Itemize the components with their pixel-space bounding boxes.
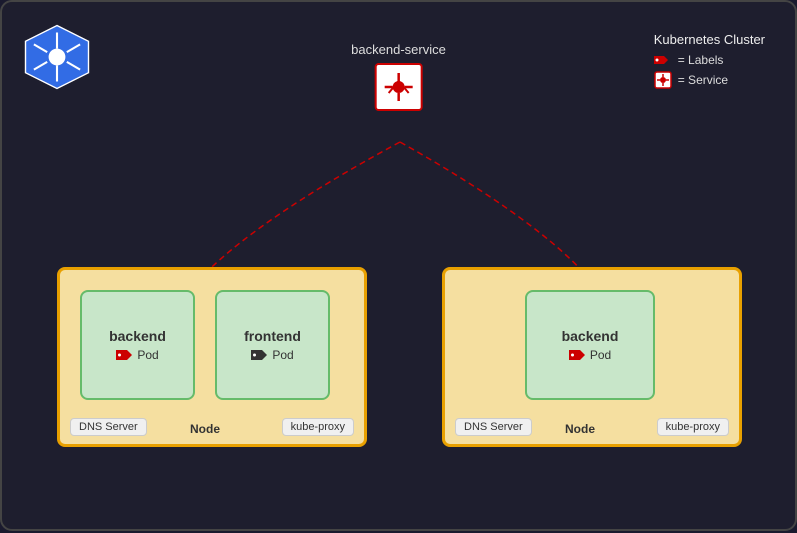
dark-tag-icon-1 xyxy=(251,348,269,362)
node1-label: Node xyxy=(190,422,220,436)
service-name-label: backend-service xyxy=(351,42,446,57)
service-icon xyxy=(375,63,423,111)
pod-backend-node2-badge: Pod xyxy=(569,348,611,362)
main-container: Kubernetes Cluster = Labels = Service ba… xyxy=(0,0,797,531)
pod-backend-badge: Pod xyxy=(116,348,158,362)
pod-frontend-badge: Pod xyxy=(251,348,293,362)
red-tag-icon-1 xyxy=(116,348,134,362)
red-tag-icon-2 xyxy=(569,348,587,362)
legend-labels-item: = Labels xyxy=(654,53,765,67)
pod-backend-node2: backend Pod xyxy=(525,290,655,400)
pod-frontend-name: frontend xyxy=(244,328,301,344)
kubernetes-logo xyxy=(22,22,92,92)
legend-title: Kubernetes Cluster xyxy=(654,32,765,47)
service-container: backend-service xyxy=(351,42,446,111)
pod-frontend-node1: frontend Pod xyxy=(215,290,330,400)
label-tag-icon xyxy=(654,53,672,67)
service-legend-icon xyxy=(654,71,672,89)
node1-proxy-label: kube-proxy xyxy=(282,418,354,436)
node2-box: backend Pod DNS Server Node kube-proxy xyxy=(442,267,742,447)
node2-dns-label: DNS Server xyxy=(455,418,532,436)
node1-dns-label: DNS Server xyxy=(70,418,147,436)
pod-backend-name: backend xyxy=(109,328,166,344)
node2-label: Node xyxy=(565,422,595,436)
pod-backend-node2-name: backend xyxy=(562,328,619,344)
legend-service-text: = Service xyxy=(678,73,728,87)
node2-proxy-label: kube-proxy xyxy=(657,418,729,436)
legend: Kubernetes Cluster = Labels = Service xyxy=(654,32,765,93)
pod-backend-node1: backend Pod xyxy=(80,290,195,400)
node1-box: backend Pod frontend Pod DNS Server xyxy=(57,267,367,447)
legend-labels-text: = Labels xyxy=(678,53,724,67)
legend-service-item: = Service xyxy=(654,71,765,89)
